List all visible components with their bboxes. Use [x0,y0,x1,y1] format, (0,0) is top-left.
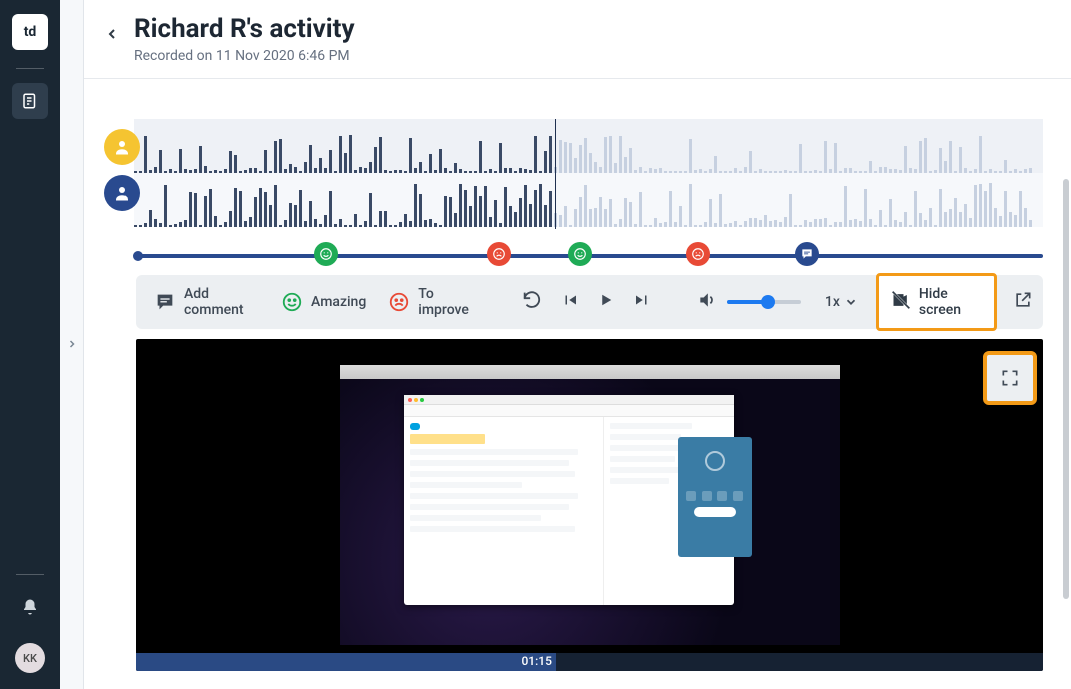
replay-button[interactable] [521,289,543,315]
recorded-screen-content [340,365,840,645]
user-avatar[interactable]: KK [15,643,45,673]
skip-next-button[interactable] [633,291,651,313]
playback-controls [521,289,651,315]
playback-toolbar: Add comment Amazing To improve [136,275,1043,329]
waveform-playhead[interactable] [555,119,556,229]
volume-thumb[interactable] [761,295,775,309]
waveform-area[interactable] [112,119,1043,229]
to-improve-label: To improve [418,286,477,318]
waveform-lane-customer[interactable] [134,119,1043,173]
scrollbar[interactable] [1063,179,1069,599]
app-logo[interactable]: td [12,14,48,50]
amazing-label: Amazing [311,294,366,310]
video-progress-bar[interactable]: 01:15 [136,653,1043,671]
back-button[interactable] [98,20,126,48]
volume-icon [697,290,717,314]
play-button[interactable] [597,291,615,313]
sidebar-item-reviews[interactable] [12,83,48,119]
to-improve-button[interactable]: To improve [380,280,485,324]
marker-track[interactable] [136,241,1043,269]
sidebar-divider [16,68,44,69]
sidebar: td KK [0,0,60,689]
comment-icon [154,291,176,313]
frown-icon [388,291,410,313]
sidebar-divider-bottom [16,574,44,575]
add-comment-button[interactable]: Add comment [146,280,267,324]
hide-screen-button[interactable]: Hide screen [876,273,997,331]
page-subtitle: Recorded on 11 Nov 2020 6:46 PM [134,48,355,64]
marker-smile[interactable] [568,242,592,266]
video-progress-time: 01:15 [521,654,555,668]
smile-icon [281,291,303,313]
chevron-down-icon [844,295,858,309]
add-comment-label: Add comment [184,286,259,318]
volume-slider[interactable] [727,300,801,304]
chevron-right-icon [66,335,78,354]
header: Richard R's activity Recorded on 11 Nov … [84,0,1071,79]
page-title: Richard R's activity [134,14,355,44]
content: 01:15/02:42 [84,79,1071,689]
playback-speed-button[interactable]: 1x [825,294,858,310]
hide-screen-label: Hide screen [919,286,982,318]
marker-comment[interactable] [795,242,819,266]
main: Richard R's activity Recorded on 11 Nov … [84,0,1071,689]
sidebar-expand-rail[interactable] [60,0,84,689]
marker-frown[interactable] [686,242,710,266]
video-off-icon [891,290,911,314]
fullscreen-button[interactable] [983,351,1037,405]
volume-control[interactable] [697,290,801,314]
open-new-window-button[interactable] [1013,290,1033,314]
waveform-lane-agent[interactable] [134,173,1043,227]
marker-frown[interactable] [487,242,511,266]
marker-smile[interactable] [314,242,338,266]
screen-recording-viewport[interactable]: 01:15 [136,339,1043,671]
notifications-icon[interactable] [12,589,48,625]
skip-previous-button[interactable] [561,291,579,313]
playback-speed-label: 1x [825,294,840,310]
amazing-button[interactable]: Amazing [273,285,374,319]
